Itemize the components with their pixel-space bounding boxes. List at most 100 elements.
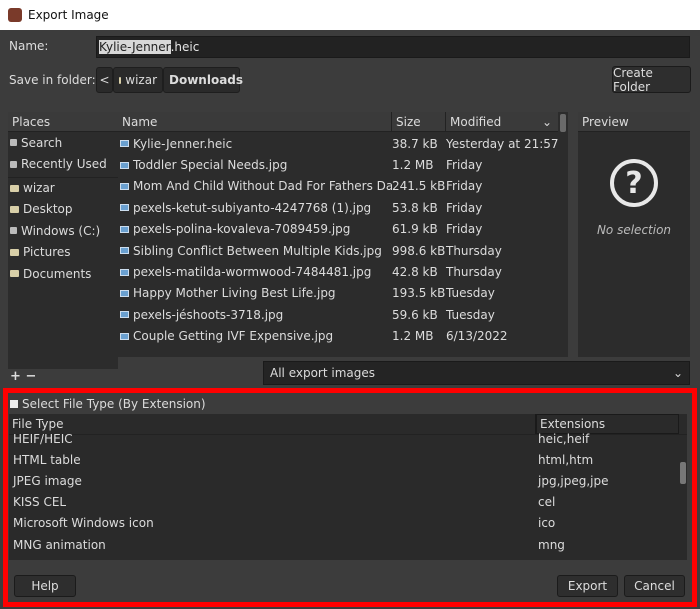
file-row[interactable]: pexels-jéshoots-3718.jpg 59.6 kB Tuesday (118, 304, 568, 325)
file-name-text: Toddler Special Needs.jpg (133, 158, 288, 173)
file-type-name: KISS CEL (13, 495, 67, 510)
file-size: 1.2 MB (392, 329, 434, 344)
drive-icon (10, 227, 17, 235)
file-row[interactable]: Toddler Special Needs.jpg 1.2 MB Friday (118, 154, 568, 175)
preview-panel: Preview ? No selection (578, 112, 690, 357)
place-label: Pictures (23, 245, 71, 260)
file-row[interactable]: pexels-polina-kovaleva-7089459.jpg 61.9 k… (118, 219, 568, 240)
file-row[interactable]: pexels-matilda-wormwood-7484481.jpg 42.8 … (118, 261, 568, 282)
folder-icon (10, 184, 19, 192)
export-button[interactable]: Export (557, 575, 618, 597)
column-size[interactable]: Size (392, 112, 446, 131)
folder-icon (119, 76, 122, 84)
file-size: 998.6 kB (392, 243, 446, 258)
file-modified: Tuesday (446, 307, 495, 322)
places-panel: Places Search Recently Used wizar Desktop Wi… (8, 112, 118, 369)
file-row[interactable]: Kylie-Jenner.heic 38.7 kB Yesterday at 21:… (118, 133, 568, 154)
no-selection-text: No selection (596, 223, 672, 237)
file-type-scrollbar[interactable] (680, 462, 686, 484)
file-type-extensions: ico (538, 516, 556, 531)
place-item[interactable]: Desktop (8, 199, 118, 221)
file-name: pexels-jéshoots-3718.jpg (118, 308, 392, 322)
file-modified: Thursday (446, 243, 502, 258)
file-size: 42.8 kB (392, 265, 438, 280)
crumb-downloads[interactable]: Downloads (163, 67, 243, 93)
cancel-button[interactable]: Cancel (624, 575, 685, 597)
place-label: Recently Used (21, 157, 107, 172)
place-item[interactable]: wizar (8, 177, 118, 199)
file-type-extensions: mng (538, 537, 565, 552)
file-modified: Friday (446, 200, 483, 215)
image-file-icon (120, 332, 129, 340)
file-modified: Thursday (446, 265, 502, 280)
file-name-text: pexels-ketut-subiyanto-4247768 (1).jpg (133, 200, 372, 215)
file-name-text: pexels-jéshoots-3718.jpg (133, 307, 284, 322)
file-list: Name Size Modified ⌄ Kylie-Jenner.heic 38.… (118, 112, 568, 357)
search-icon (10, 139, 17, 147)
file-type-row[interactable]: HEIF/HEIC heic,heif (9, 428, 687, 449)
file-type-row[interactable]: KISS CEL cel (9, 492, 687, 513)
scrollbar-thumb[interactable] (560, 114, 566, 132)
file-modified: Tuesday (446, 286, 495, 301)
file-size: 38.7 kB (392, 136, 438, 151)
file-row[interactable]: Mom And Child Without Dad For Fathers Da… (118, 176, 568, 197)
column-modified[interactable]: Modified ⌄ (446, 112, 556, 131)
file-type-row[interactable]: JPEG image jpg,jpeg,jpe (9, 470, 687, 491)
file-type-name: Microsoft Windows icon (13, 516, 154, 531)
select-file-type-toggle[interactable]: Select File Type (By Extension) (10, 397, 206, 411)
file-row[interactable]: Sibling Conflict Between Multiple Kids.j… (118, 240, 568, 261)
file-row[interactable]: Happy Mother Living Best Life.jpg 193.5 k… (118, 283, 568, 304)
column-modified-label: Modified (450, 114, 502, 129)
select-file-type-label: Select File Type (By Extension) (22, 397, 206, 411)
add-place-button[interactable]: + (10, 369, 21, 384)
image-file-icon (120, 311, 129, 319)
image-file-icon (120, 247, 129, 255)
crumb-label: wizar (125, 73, 157, 87)
file-scrollbar[interactable] (558, 112, 568, 357)
file-name-text: Happy Mother Living Best Life.jpg (133, 286, 336, 301)
place-item[interactable]: Search (8, 132, 118, 154)
file-name: Toddler Special Needs.jpg (118, 158, 392, 172)
file-list-header: Name Size Modified ⌄ (118, 112, 568, 132)
file-type-name: HTML table (13, 452, 81, 467)
file-type-row[interactable]: HTML table html,htm (9, 449, 687, 470)
help-button[interactable]: Help (14, 575, 76, 597)
places-add-remove: + − (10, 369, 36, 384)
file-modified: Friday (446, 222, 483, 237)
file-type-name: JPEG image (13, 473, 82, 488)
name-label: Name: (9, 39, 49, 53)
file-type-name: MNG animation (13, 537, 106, 552)
crumb-wizar[interactable]: wizar (113, 67, 163, 93)
file-type-row[interactable]: Microsoft Windows icon ico (9, 513, 687, 534)
place-label: Desktop (23, 202, 73, 217)
create-folder-button[interactable]: Create Folder (612, 66, 691, 94)
file-name-text: Kylie-Jenner.heic (133, 136, 233, 151)
file-name: Kylie-Jenner.heic (118, 137, 392, 151)
place-label: wizar (23, 181, 55, 196)
file-filter-dropdown[interactable]: All export images ⌄ (263, 361, 690, 385)
name-selected-text: Kylie-Jenner (99, 40, 171, 54)
back-button[interactable]: < (96, 67, 113, 93)
place-item[interactable]: Recently Used (8, 154, 118, 176)
place-label: Documents (23, 266, 92, 281)
place-item[interactable]: Documents (8, 263, 118, 285)
file-name-text: pexels-polina-kovaleva-7089459.jpg (133, 222, 351, 237)
file-name: pexels-polina-kovaleva-7089459.jpg (118, 222, 392, 236)
file-name-text: Couple Getting IVF Expensive.jpg (133, 329, 334, 344)
image-file-icon (120, 140, 129, 148)
file-type-extensions: heic,heif (538, 431, 590, 446)
remove-place-button[interactable]: − (25, 369, 36, 384)
file-row[interactable]: pexels-ketut-subiyanto-4247768 (1).jpg 53… (118, 197, 568, 218)
file-type-row[interactable]: MNG animation mng (9, 534, 687, 555)
file-row[interactable]: Couple Getting IVF Expensive.jpg 1.2 MB 6/… (118, 326, 568, 347)
image-file-icon (120, 268, 129, 276)
file-modified: 6/13/2022 (446, 329, 508, 344)
place-item[interactable]: Windows (C:) (8, 220, 118, 242)
place-item[interactable]: Pictures (8, 242, 118, 264)
file-modified: Friday (446, 158, 483, 173)
save-in-folder-label: Save in folder: (9, 73, 96, 87)
column-name[interactable]: Name (118, 112, 392, 131)
name-input[interactable]: Kylie-Jenner .heic (96, 36, 690, 58)
file-size: 53.8 kB (392, 200, 438, 215)
file-type-table: File Type Extensions HEIF/HEIC heic,heif H… (9, 414, 687, 560)
